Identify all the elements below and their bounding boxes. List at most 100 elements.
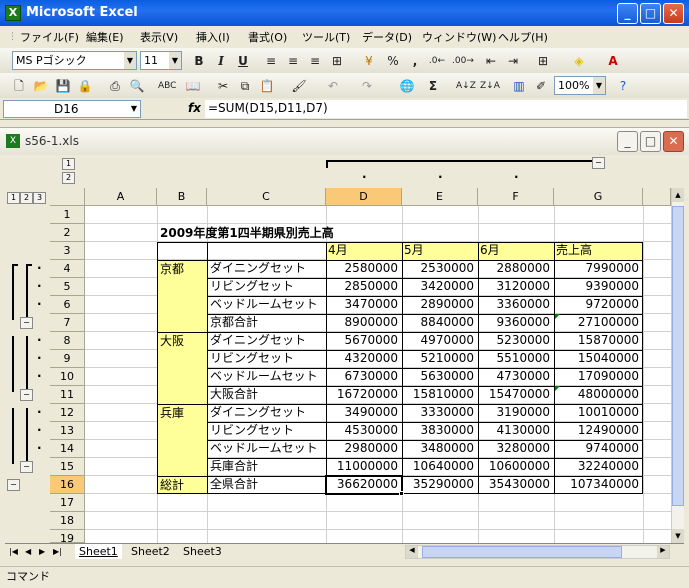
sheet-title[interactable]: 2009年度第1四半期県別売上高 [158, 225, 336, 243]
value-cell[interactable]: 8840000 [402, 314, 476, 332]
menu-window[interactable]: ウィンドウ(W) [422, 29, 496, 45]
column-header-b[interactable]: B [157, 188, 207, 206]
chart-wizard-icon[interactable]: ▥ [510, 77, 528, 95]
menu-format[interactable]: 書式(O) [248, 29, 287, 45]
row-header[interactable]: 5 [50, 278, 85, 296]
value-cell[interactable]: 15470000 [478, 386, 552, 404]
horizontal-scrollbar[interactable]: ◀ ▶ [405, 545, 670, 559]
row-header[interactable]: 19 [50, 530, 85, 545]
item-label-cell[interactable]: リビングセット [208, 278, 296, 296]
row-header[interactable]: 12 [50, 404, 85, 422]
row-header[interactable]: 15 [50, 458, 85, 476]
align-center-icon[interactable]: ≡ [284, 52, 302, 70]
spelling-icon[interactable]: ABC [158, 77, 176, 95]
maximize-button[interactable]: □ [640, 3, 661, 24]
help-icon[interactable]: ? [614, 77, 632, 95]
decrease-decimal-icon[interactable]: .00→ [452, 52, 474, 70]
menu-help[interactable]: ヘルプ(H) [498, 29, 548, 45]
value-cell[interactable]: 5510000 [478, 350, 552, 368]
row-collapse-button[interactable]: − [20, 461, 33, 473]
value-cell[interactable]: 2890000 [402, 296, 476, 314]
print-icon[interactable]: ⎙ [106, 77, 124, 95]
value-cell[interactable]: 5230000 [478, 332, 552, 350]
value-cell[interactable]: 2580000 [326, 260, 400, 278]
menu-edit[interactable]: 編集(E) [86, 29, 124, 45]
value-cell[interactable]: 3420000 [402, 278, 476, 296]
font-size-combo[interactable]: 11 ▼ [140, 51, 182, 70]
column-header-g[interactable]: G [554, 188, 643, 206]
item-label-cell[interactable]: ダイニングセット [208, 332, 308, 350]
close-button[interactable]: ✕ [663, 3, 684, 24]
menu-file[interactable]: ファイル(F) [20, 29, 79, 45]
prefecture-label[interactable]: 兵庫 [158, 405, 186, 423]
row-header[interactable]: 1 [50, 206, 85, 224]
tab-sheet2[interactable]: Sheet2 [127, 544, 174, 559]
value-cell[interactable]: 4320000 [326, 350, 400, 368]
copy-icon[interactable]: ⧉ [236, 77, 254, 95]
item-label-cell[interactable]: リビングセット [208, 422, 296, 440]
currency-icon[interactable]: ¥ [360, 52, 378, 70]
borders-icon[interactable]: ⊞ [534, 52, 552, 70]
value-cell[interactable]: 3330000 [402, 404, 476, 422]
value-cell[interactable]: 7990000 [554, 260, 641, 278]
row-header[interactable]: 11 [50, 386, 85, 404]
total-value-cell[interactable]: 35430000 [478, 476, 552, 494]
value-cell[interactable]: 3360000 [478, 296, 552, 314]
value-cell[interactable]: 15870000 [554, 332, 641, 350]
value-cell[interactable]: 2850000 [326, 278, 400, 296]
menu-tools[interactable]: ツール(T) [302, 29, 350, 45]
row-header[interactable]: 14 [50, 440, 85, 458]
menu-insert[interactable]: 挿入(I) [196, 29, 230, 45]
value-cell[interactable]: 6730000 [326, 368, 400, 386]
menu-data[interactable]: データ(D) [362, 29, 412, 45]
scroll-down-icon[interactable]: ▼ [672, 529, 684, 543]
comma-button[interactable]: , [406, 52, 424, 70]
new-file-icon[interactable]: 🗋 [10, 77, 28, 95]
column-header-e[interactable]: E [402, 188, 478, 206]
cut-icon[interactable]: ✂ [214, 77, 232, 95]
prev-sheet-icon[interactable]: ◀ [25, 544, 31, 559]
fill-handle[interactable] [399, 491, 404, 496]
row-header[interactable]: 10 [50, 368, 85, 386]
zoom-combo[interactable]: 100% ▼ [554, 76, 606, 95]
column-header-d[interactable]: D [326, 188, 402, 206]
column-collapse-button[interactable]: − [592, 157, 605, 169]
tab-sheet1[interactable]: Sheet1 [75, 544, 122, 559]
header-cell[interactable]: 6月 [478, 242, 502, 260]
scroll-right-icon[interactable]: ▶ [657, 546, 669, 558]
column-level-1-button[interactable]: 1 [62, 158, 75, 170]
value-cell[interactable]: 4130000 [478, 422, 552, 440]
value-cell[interactable]: 3480000 [402, 440, 476, 458]
vertical-scrollbar[interactable]: ▲ ▼ [671, 188, 684, 543]
row-header[interactable]: 9 [50, 350, 85, 368]
workbook-close-button[interactable]: ✕ [663, 131, 684, 152]
minimize-button[interactable]: _ [617, 3, 638, 24]
hyperlink-icon[interactable]: 🌐 [398, 77, 416, 95]
undo-icon[interactable]: ↶ [324, 77, 342, 95]
row-header[interactable]: 7 [50, 314, 85, 332]
chevron-down-icon[interactable]: ▼ [169, 52, 181, 69]
align-right-icon[interactable]: ≡ [306, 52, 324, 70]
value-cell[interactable]: 3490000 [326, 404, 400, 422]
value-cell[interactable]: 16720000 [326, 386, 400, 404]
total-value-cell[interactable]: 107340000 [554, 476, 641, 494]
header-cell[interactable]: 4月 [326, 242, 350, 260]
value-cell[interactable]: 5670000 [326, 332, 400, 350]
sort-ascending-icon[interactable]: A↓Z [456, 77, 476, 95]
value-cell[interactable]: 15040000 [554, 350, 641, 368]
vertical-scroll-thumb[interactable] [672, 206, 684, 506]
row-header[interactable]: 3 [50, 242, 85, 260]
item-label-cell[interactable]: ベッドルームセット [208, 440, 320, 458]
prefecture-label[interactable]: 京都 [158, 261, 186, 279]
chevron-down-icon[interactable]: ▼ [131, 101, 137, 117]
column-level-2-button[interactable]: 2 [62, 172, 75, 184]
first-sheet-icon[interactable]: |◀ [9, 544, 18, 559]
formula-input[interactable]: =SUM(D15,D11,D7) [205, 100, 687, 118]
column-header-a[interactable]: A [85, 188, 157, 206]
selected-cell[interactable] [325, 475, 403, 495]
redo-icon[interactable]: ↷ [358, 77, 376, 95]
row-header[interactable]: 6 [50, 296, 85, 314]
value-cell[interactable]: 3830000 [402, 422, 476, 440]
workbook-minimize-button[interactable]: _ [617, 131, 638, 152]
item-label-cell[interactable]: ベッドルームセット [208, 296, 320, 314]
